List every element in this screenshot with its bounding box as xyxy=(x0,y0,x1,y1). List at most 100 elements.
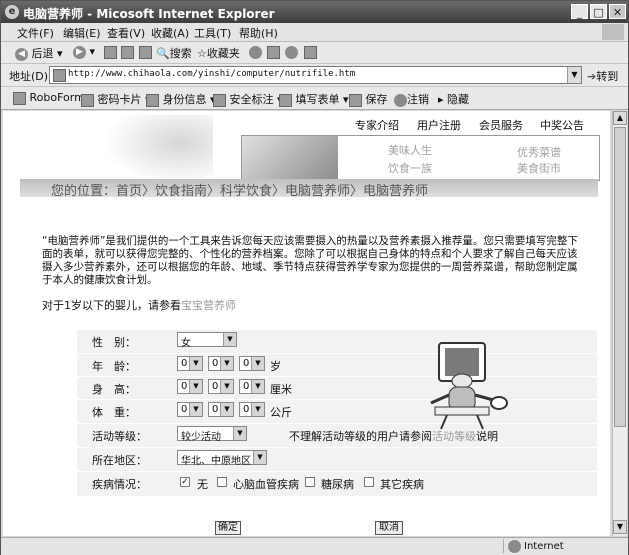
disease-row: 疾病情况： ✓ 无 心脑血管疾病 糖尿病 其它疾病 xyxy=(77,471,597,493)
go-arrow-icon: ➔ xyxy=(587,70,597,83)
menu-edit[interactable]: 编辑(E) xyxy=(63,25,101,41)
print-icon xyxy=(304,45,317,59)
menu-file[interactable]: 文件(F) xyxy=(17,25,54,41)
menu-favorites[interactable]: 收藏(A) xyxy=(151,25,189,41)
weight-digit-select-1[interactable]: 0 ▼ xyxy=(177,402,203,417)
search-button[interactable]: 🔍搜索 xyxy=(156,45,192,61)
activity-label: 活动等级： xyxy=(92,430,147,443)
refresh-button[interactable] xyxy=(121,45,134,59)
scroll-down-icon[interactable]: ▼ xyxy=(613,520,627,534)
disease-label: 疾病情况： xyxy=(92,478,147,491)
activity-hint-text: 不理解活动等级的用户请参阅 xyxy=(289,430,432,443)
close-button[interactable]: ✕ xyxy=(609,4,626,19)
height-digit-select-2[interactable]: 0 ▼ xyxy=(208,379,234,394)
chevron-down-icon: ▼ xyxy=(220,380,233,393)
safenotes-button[interactable]: 安全标注 ▾ xyxy=(213,91,283,107)
hide-button[interactable]: ▸ 隐藏 xyxy=(438,91,469,107)
chevron-down-icon: ▼ xyxy=(251,357,264,370)
weight-label: 体 重： xyxy=(92,406,136,419)
disease-none-checkbox[interactable]: ✓ xyxy=(180,477,190,487)
status-bar: Internet xyxy=(1,537,628,555)
region-select[interactable]: 华北、中原地区 ▼ xyxy=(177,450,267,467)
height-digit-3: 0 xyxy=(243,381,250,392)
menu-help[interactable]: 帮助(H) xyxy=(239,25,278,41)
breadcrumb: 您的位置：首页〉饮食指南〉科学饮食〉电脑营养师〉电脑营养师 xyxy=(51,184,429,199)
mail-button[interactable] xyxy=(267,45,280,59)
favorites-button[interactable]: ☆收藏夹 xyxy=(197,45,240,61)
height-digit-select-1[interactable]: 0 ▼ xyxy=(177,379,203,394)
nav-prizes[interactable]: 中奖公告 xyxy=(540,117,584,133)
identity-button[interactable]: 身份信息 ▾ xyxy=(146,91,216,107)
activity-select[interactable]: 较少活动 ▼ xyxy=(177,426,247,443)
forward-button[interactable]: ▶ ▾ xyxy=(73,45,95,59)
zone-label: Internet xyxy=(524,541,564,552)
age-row: 年 龄： 0 ▼ 0 ▼ 0 ▼ 岁 xyxy=(77,353,597,375)
age-digit-select-2[interactable]: 0 ▼ xyxy=(208,356,234,371)
weight-digit-select-2[interactable]: 0 ▼ xyxy=(208,402,234,417)
banner-link-3[interactable]: 优秀菜谱 xyxy=(517,144,561,160)
disease-none-label: 无 xyxy=(197,478,208,491)
star-icon: ☆ xyxy=(197,47,207,60)
title-bar: e 电脑营养师 - Micosoft Internet Explorer _ □… xyxy=(1,1,628,23)
disease-cardio-label: 心脑血管疾病 xyxy=(233,478,299,491)
roboform-toolbar: RoboForm ▾ 密码卡片 ▾ 身份信息 ▾ 安全标注 ▾ 填写表单 ▾ 保… xyxy=(1,87,628,110)
search-icon: 🔍 xyxy=(156,47,170,60)
globe-icon xyxy=(508,540,521,553)
cancel-button[interactable]: 取消 xyxy=(375,521,403,535)
banner-link-2[interactable]: 饮食一族 xyxy=(388,160,432,176)
save-button[interactable]: 保存 xyxy=(349,91,388,107)
nav-member[interactable]: 会员服务 xyxy=(479,117,523,133)
scroll-thumb[interactable] xyxy=(614,127,626,427)
stop-button[interactable] xyxy=(104,45,117,59)
fill-form-button[interactable]: 填写表单 ▾ xyxy=(279,91,349,107)
chevron-down-icon: ▼ xyxy=(223,333,236,346)
home-button[interactable] xyxy=(139,45,152,59)
baby-nutritionist-link[interactable]: 宝宝营养师 xyxy=(181,299,236,312)
minimize-button[interactable]: _ xyxy=(571,4,588,19)
disease-diabetes-checkbox[interactable] xyxy=(305,477,315,487)
vertical-scrollbar[interactable]: ▲ ▼ xyxy=(612,111,627,536)
height-digit-select-3[interactable]: 0 ▼ xyxy=(239,379,265,394)
header-decoration xyxy=(103,115,213,185)
disease-other-checkbox[interactable] xyxy=(364,477,374,487)
height-label: 身 高： xyxy=(92,383,136,396)
height-row: 身 高： 0 ▼ 0 ▼ 0 ▼ 厘米 xyxy=(77,376,597,398)
age-unit: 岁 xyxy=(270,360,281,373)
go-button[interactable]: ➔转到 xyxy=(587,68,618,84)
age-digit-select-3[interactable]: 0 ▼ xyxy=(239,356,265,371)
logoff-button[interactable]: 注销 xyxy=(394,91,429,107)
go-label: 转到 xyxy=(596,70,619,83)
passcards-button[interactable]: 密码卡片 ▾ xyxy=(81,91,151,107)
weight-digit-3: 0 xyxy=(243,404,250,415)
hide-label: 隐藏 xyxy=(447,93,470,106)
logoff-label: 注销 xyxy=(407,93,429,106)
window-title: 电脑营养师 - Micosoft Internet Explorer xyxy=(23,7,275,21)
windows-flag-icon xyxy=(602,24,624,40)
age-digit-2: 0 xyxy=(212,358,219,369)
address-input[interactable]: http://www.chihaola.com/yinshi/computer/… xyxy=(49,66,582,84)
weight-digit-select-3[interactable]: 0 ▼ xyxy=(239,402,265,417)
address-dropdown-icon[interactable]: ▼ xyxy=(567,67,581,83)
nav-register[interactable]: 用户注册 xyxy=(417,117,461,133)
favorites-label: 收藏夹 xyxy=(206,47,240,60)
fill-form-icon xyxy=(279,93,292,107)
menu-view[interactable]: 查看(V) xyxy=(107,25,145,41)
submit-button[interactable]: 确定 xyxy=(215,521,241,535)
scroll-up-icon[interactable]: ▲ xyxy=(613,111,627,125)
infant-note-text: 对于1岁以下的婴儿，请参看 xyxy=(42,299,181,312)
history-button[interactable] xyxy=(249,45,262,59)
print-button[interactable] xyxy=(304,45,317,59)
search-label: 搜索 xyxy=(169,47,192,60)
menu-tools[interactable]: 工具(T) xyxy=(194,25,231,41)
banner-link-4[interactable]: 美食街市 xyxy=(517,160,561,176)
nav-experts[interactable]: 专家介绍 xyxy=(355,117,399,133)
fill-form-label: 填写表单 xyxy=(295,93,340,106)
browser-window: e 电脑营养师 - Micosoft Internet Explorer _ □… xyxy=(0,0,629,555)
age-digit-select-1[interactable]: 0 ▼ xyxy=(177,356,203,371)
media-button[interactable] xyxy=(285,45,298,59)
maximize-button[interactable]: □ xyxy=(590,4,607,19)
gender-select[interactable]: 女 ▼ xyxy=(177,332,237,349)
disease-cardio-checkbox[interactable] xyxy=(217,477,227,487)
back-button[interactable]: ◀ 后退 ▾ xyxy=(15,45,63,61)
banner-link-1[interactable]: 美味人生 xyxy=(388,142,432,158)
